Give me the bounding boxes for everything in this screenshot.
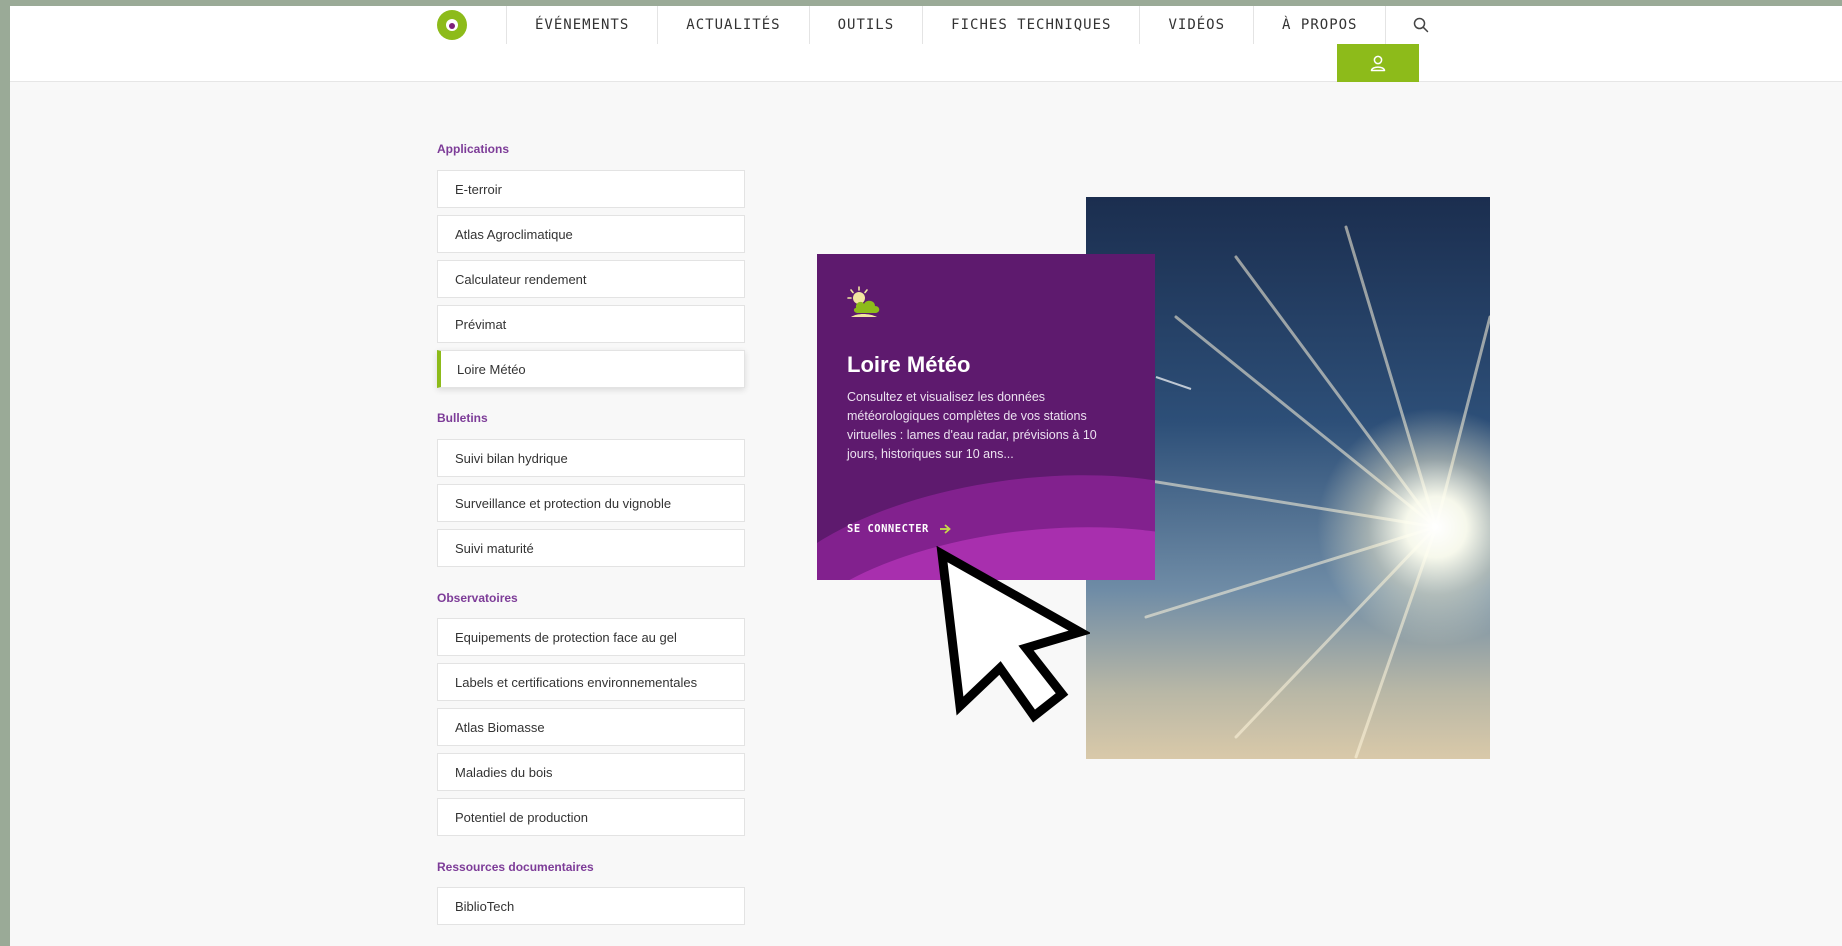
user-icon <box>1370 55 1386 72</box>
nav-a-propos[interactable]: À PROPOS <box>1253 6 1385 44</box>
section-title-applications: Applications <box>437 142 510 156</box>
nav-actualites[interactable]: ACTUALITÉS <box>657 6 808 44</box>
card-title: Loire Météo <box>847 352 971 377</box>
nav-evenements[interactable]: ÉVÉNEMENTS <box>506 6 657 44</box>
sidebar-item-suivi-maturite[interactable]: Suivi maturité <box>437 529 745 567</box>
card-description: Consultez et visualisez les données mété… <box>847 390 1097 461</box>
weather-sun-cloud-icon <box>847 284 883 325</box>
search-icon <box>1413 17 1429 33</box>
section-title-ressources: Ressources documentaires <box>437 860 594 874</box>
sidebar-item-calculateur-rendement[interactable]: Calculateur rendement <box>437 260 745 298</box>
sidebar-item-bibliotech[interactable]: BiblioTech <box>437 887 745 925</box>
feature-card-loire-meteo: Loire Météo Consultez et visualisez les … <box>817 254 1155 580</box>
sidebar-item-labels-certifications[interactable]: Labels et certifications environnemental… <box>437 663 745 701</box>
page: ÉVÉNEMENTS ACTUALITÉS OUTILS FICHES TECH… <box>10 6 1842 946</box>
arrow-right-icon <box>939 524 951 534</box>
nav-fiches-techniques[interactable]: FICHES TECHNIQUES <box>922 6 1139 44</box>
sidebar-item-atlas-agroclimatique[interactable]: Atlas Agroclimatique <box>437 215 745 253</box>
mouse-pointer-icon <box>930 545 1092 731</box>
sidebar-item-e-terroir[interactable]: E-terroir <box>437 170 745 208</box>
connect-link-label: SE CONNECTER <box>847 523 929 535</box>
site-header: ÉVÉNEMENTS ACTUALITÉS OUTILS FICHES TECH… <box>10 6 1842 82</box>
nav-videos[interactable]: VIDÉOS <box>1139 6 1253 44</box>
logo-mark <box>446 19 458 31</box>
sidebar-item-maladies-du-bois[interactable]: Maladies du bois <box>437 753 745 791</box>
main-nav: ÉVÉNEMENTS ACTUALITÉS OUTILS FICHES TECH… <box>506 6 1455 44</box>
sidebar-item-potentiel-production[interactable]: Potentiel de production <box>437 798 745 836</box>
connect-link[interactable]: SE CONNECTER <box>847 523 951 535</box>
nav-outils[interactable]: OUTILS <box>808 6 923 44</box>
site-logo[interactable] <box>437 10 467 40</box>
account-button[interactable] <box>1337 44 1419 82</box>
sidebar-item-atlas-biomasse[interactable]: Atlas Biomasse <box>437 708 745 746</box>
sidebar-item-protection-gel[interactable]: Equipements de protection face au gel <box>437 618 745 656</box>
sidebar-item-previmat[interactable]: Prévimat <box>437 305 745 343</box>
sidebar-item-surveillance-vignoble[interactable]: Surveillance et protection du vignoble <box>437 484 745 522</box>
section-title-bulletins: Bulletins <box>437 411 488 425</box>
sidebar-item-suivi-bilan-hydrique[interactable]: Suivi bilan hydrique <box>437 439 745 477</box>
search-button[interactable] <box>1385 6 1455 44</box>
sidebar-item-loire-meteo[interactable]: Loire Météo <box>437 350 745 388</box>
section-title-observatoires: Observatoires <box>437 591 518 605</box>
